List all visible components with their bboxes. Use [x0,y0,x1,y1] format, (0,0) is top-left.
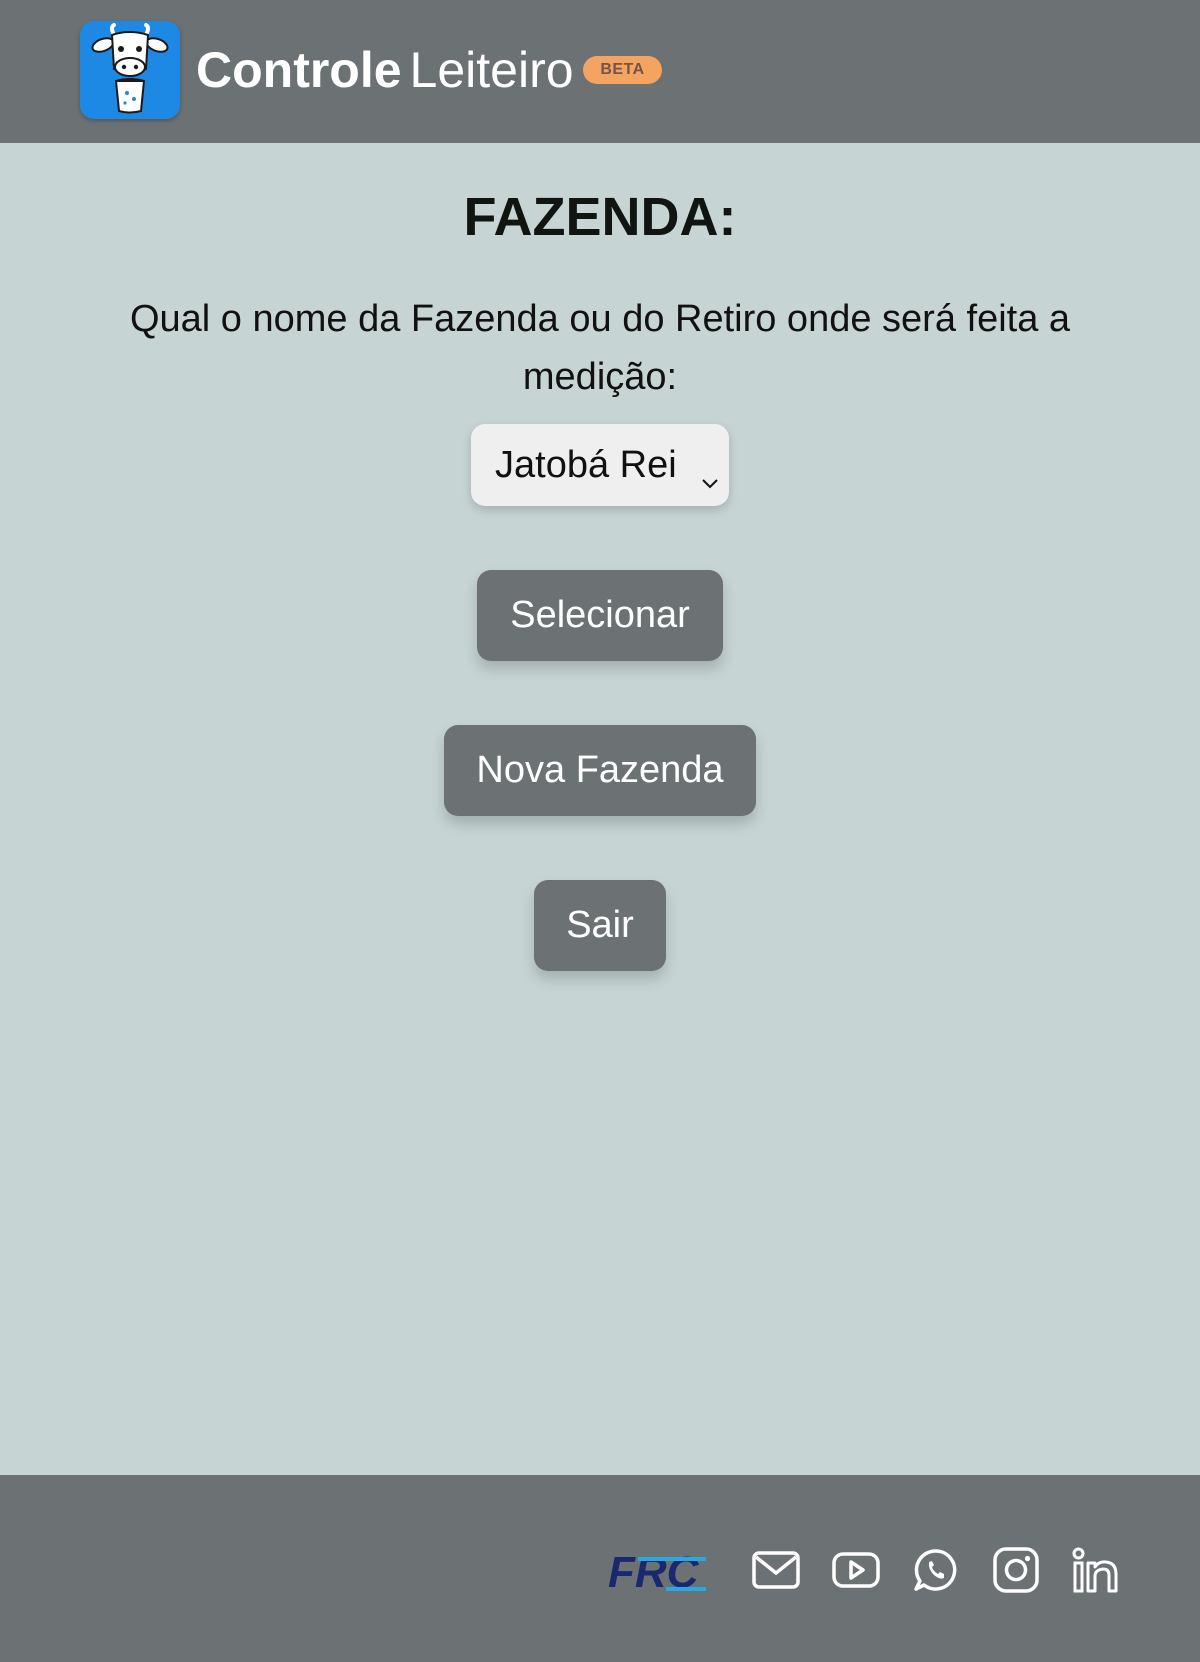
app-header: Controle Leiteiro BETA [0,0,1200,143]
farm-select-dropdown[interactable]: Jatobá Rei [471,424,729,506]
page-title: FAZENDA: [463,187,737,247]
email-icon[interactable] [751,1545,801,1595]
linkedin-icon[interactable] [1071,1545,1121,1595]
brand-light-text: Leiteiro [409,42,574,98]
cow-milk-logo-icon[interactable] [80,21,180,119]
frc-logo-text: FRC [608,1549,700,1593]
select-button[interactable]: Selecionar [477,570,723,661]
frc-logo[interactable]: FRC [608,1548,710,1597]
farm-select-value: Jatobá Rei [495,444,677,486]
app-brand-name: Controle Leiteiro [196,36,574,104]
farm-question-label: Qual o nome da Fazenda ou do Retiro onde… [129,298,1071,398]
youtube-icon[interactable] [831,1545,881,1595]
whatsapp-icon[interactable] [911,1545,961,1595]
exit-button[interactable]: Sair [534,880,666,971]
new-farm-button[interactable]: Nova Fazenda [444,725,756,816]
app-footer: FRC [0,1475,1200,1662]
beta-badge: BETA [583,56,662,84]
chevron-down-icon [701,457,719,489]
instagram-icon[interactable] [991,1545,1041,1595]
brand-bold-text: Controle [196,42,402,98]
